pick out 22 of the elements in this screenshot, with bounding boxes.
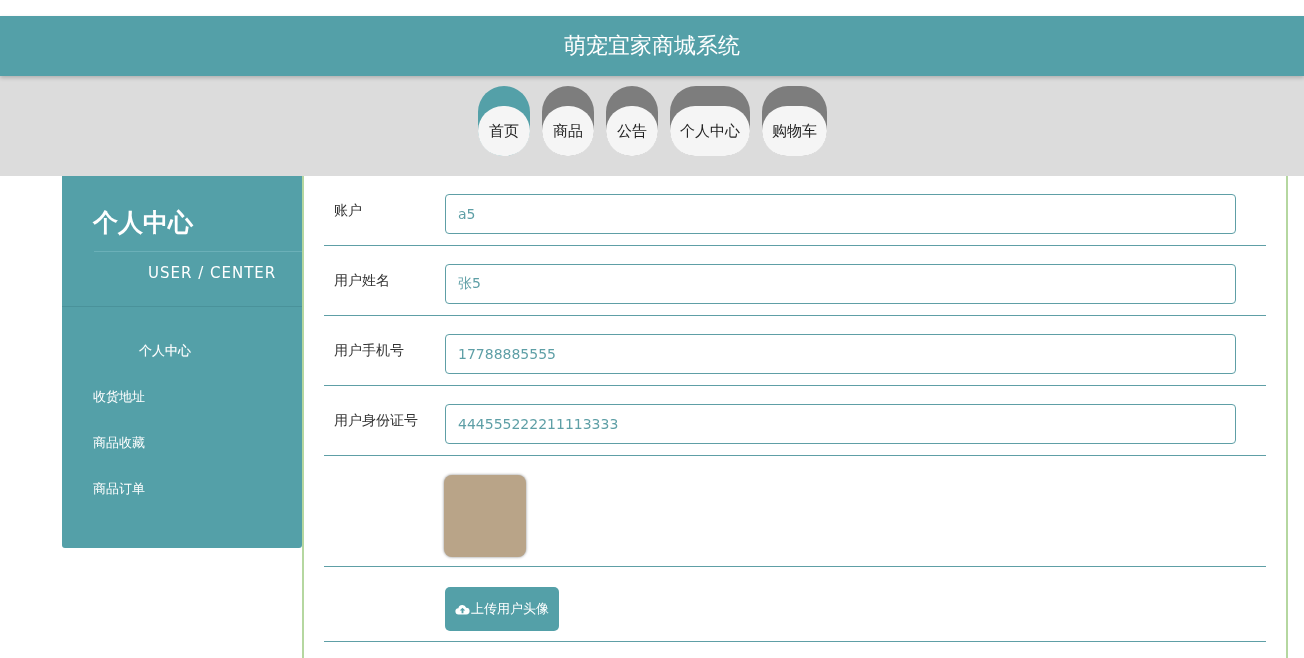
- input-field[interactable]: 444555222211113333: [445, 404, 1236, 444]
- sidebar-item[interactable]: 商品订单: [93, 469, 145, 509]
- sidebar-title: 个人中心: [91, 207, 194, 239]
- input-field[interactable]: a5: [445, 194, 1236, 234]
- field-label: 用户姓名: [333, 271, 391, 290]
- field-label: 用户手机号: [333, 341, 405, 360]
- sidebar-item[interactable]: 收货地址: [93, 377, 145, 417]
- nav-tab[interactable]: 个人中心: [669, 86, 750, 156]
- field-label: 账户: [333, 201, 363, 220]
- nav-tab[interactable]: 商品: [541, 86, 594, 156]
- input-field[interactable]: 17788885555: [445, 334, 1236, 374]
- sidebar-item[interactable]: 个人中心: [139, 331, 191, 371]
- upload-button[interactable]: 上传用户头像: [445, 587, 559, 631]
- nav-tab[interactable]: 购物车: [761, 86, 827, 156]
- sidebar-item[interactable]: 商品收藏: [93, 423, 145, 463]
- cloud-upload-icon: [455, 603, 470, 615]
- field-label: 用户身份证号: [333, 411, 419, 430]
- sidebar-subtitle: USER / CENTER: [94, 251, 302, 306]
- nav-tab[interactable]: 首页: [477, 86, 530, 156]
- input-field[interactable]: 张5: [445, 264, 1236, 304]
- nav-tab[interactable]: 公告: [605, 86, 658, 156]
- site-title: 萌宠宜家商城系统: [564, 32, 740, 60]
